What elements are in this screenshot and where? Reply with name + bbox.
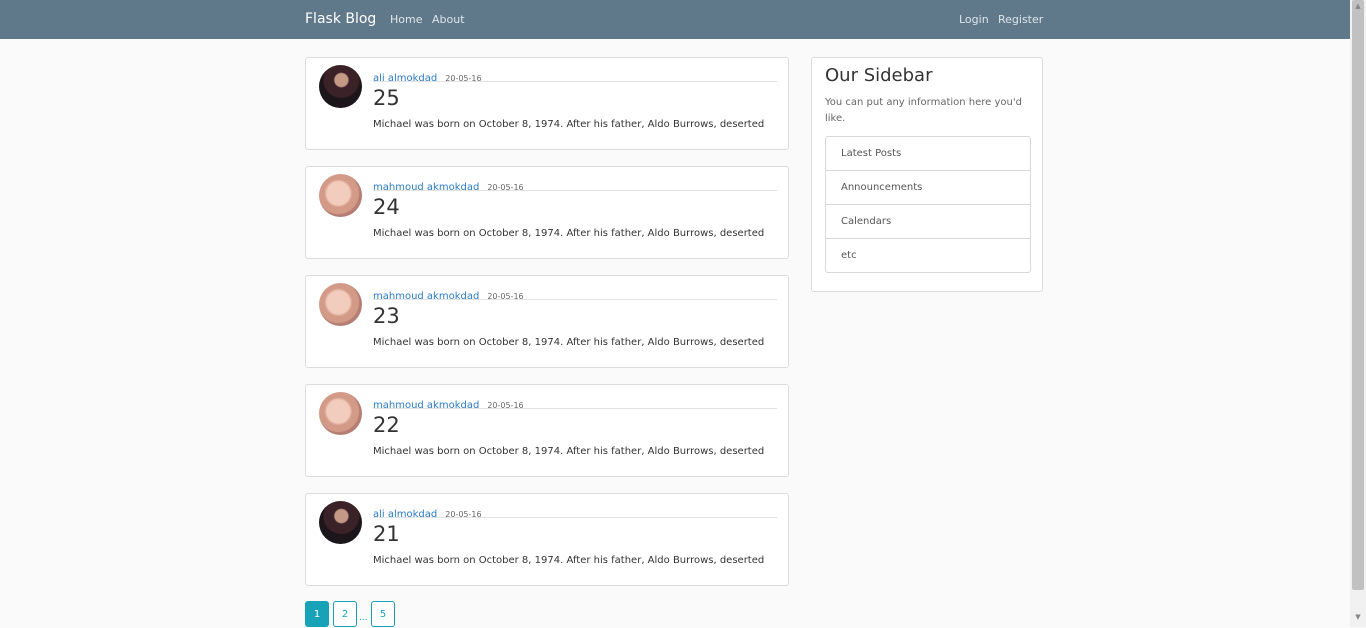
nav-link-login[interactable]: Login bbox=[959, 13, 989, 26]
post-author-link[interactable]: mahmoud akmokdad bbox=[373, 182, 479, 193]
post-card: ali almokdad 20-05-16 25 Michael was born… bbox=[305, 57, 789, 150]
post-meta: mahmoud akmokdad 20-05-16 bbox=[373, 175, 777, 193]
post-card: mahmoud akmokdad 20-05-16 22 Michael was … bbox=[305, 384, 789, 477]
sidebar-item-announcements[interactable]: Announcements bbox=[826, 170, 1030, 204]
nav-link-register[interactable]: Register bbox=[998, 13, 1043, 26]
post-date: 20-05-16 bbox=[445, 74, 482, 83]
sidebar-list: Latest Posts Announcements Calendars etc bbox=[825, 136, 1031, 273]
post-author-link[interactable]: mahmoud akmokdad bbox=[373, 400, 479, 411]
post-content: Michael was born on October 8, 1974. Aft… bbox=[373, 228, 765, 239]
nav-link-home[interactable]: Home bbox=[390, 13, 422, 26]
sidebar: Our Sidebar You can put any information … bbox=[811, 57, 1043, 292]
post-content: Michael was born on October 8, 1974. Aft… bbox=[373, 555, 765, 566]
author-avatar[interactable] bbox=[319, 283, 362, 326]
post-title-link[interactable]: 21 bbox=[373, 522, 400, 546]
post-author-link[interactable]: mahmoud akmokdad bbox=[373, 291, 479, 302]
page-button-1[interactable]: 1 bbox=[305, 601, 329, 627]
post-meta: mahmoud akmokdad 20-05-16 bbox=[373, 393, 777, 411]
page-button-2[interactable]: 2 bbox=[333, 601, 357, 627]
nav-link-about[interactable]: About bbox=[432, 13, 465, 26]
scrollbar-thumb[interactable] bbox=[1352, 0, 1364, 590]
post-card: mahmoud akmokdad 20-05-16 24 Michael was … bbox=[305, 166, 789, 259]
post-author-link[interactable]: ali almokdad bbox=[373, 509, 437, 520]
post-date: 20-05-16 bbox=[487, 401, 524, 410]
post-meta: ali almokdad 20-05-16 bbox=[373, 502, 777, 520]
post-date: 20-05-16 bbox=[487, 183, 524, 192]
sidebar-title: Our Sidebar bbox=[825, 65, 933, 86]
sidebar-item-etc[interactable]: etc bbox=[826, 238, 1030, 272]
author-avatar[interactable] bbox=[319, 65, 362, 108]
post-card: ali almokdad 20-05-16 21 Michael was born… bbox=[305, 493, 789, 586]
post-title-link[interactable]: 25 bbox=[373, 86, 400, 110]
post-date: 20-05-16 bbox=[487, 292, 524, 301]
pagination-ellipsis: ... bbox=[359, 613, 368, 623]
post-title-link[interactable]: 22 bbox=[373, 413, 400, 437]
sidebar-item-latest-posts[interactable]: Latest Posts bbox=[826, 137, 1030, 170]
post-card: mahmoud akmokdad 20-05-16 23 Michael was … bbox=[305, 275, 789, 368]
post-title-link[interactable]: 23 bbox=[373, 304, 400, 328]
post-meta: mahmoud akmokdad 20-05-16 bbox=[373, 284, 777, 302]
page-button-5[interactable]: 5 bbox=[371, 601, 395, 627]
post-title-link[interactable]: 24 bbox=[373, 195, 400, 219]
top-navbar: Flask Blog Home About Login Register bbox=[0, 0, 1350, 39]
sidebar-description: You can put any information here you'd l… bbox=[825, 97, 1022, 124]
post-date: 20-05-16 bbox=[445, 510, 482, 519]
post-content: Michael was born on October 8, 1974. Aft… bbox=[373, 337, 765, 348]
post-content: Michael was born on October 8, 1974. Aft… bbox=[373, 119, 765, 130]
scroll-down-icon[interactable]: ▼ bbox=[1352, 611, 1364, 623]
post-content: Michael was born on October 8, 1974. Aft… bbox=[373, 446, 765, 457]
post-author-link[interactable]: ali almokdad bbox=[373, 73, 437, 84]
brand-logo-link[interactable]: Flask Blog bbox=[305, 11, 376, 27]
scroll-up-icon[interactable]: ▲ bbox=[1352, 0, 1364, 12]
post-meta: ali almokdad 20-05-16 bbox=[373, 66, 777, 84]
author-avatar[interactable] bbox=[319, 174, 362, 217]
author-avatar[interactable] bbox=[319, 501, 362, 544]
author-avatar[interactable] bbox=[319, 392, 362, 435]
sidebar-item-calendars[interactable]: Calendars bbox=[826, 204, 1030, 238]
